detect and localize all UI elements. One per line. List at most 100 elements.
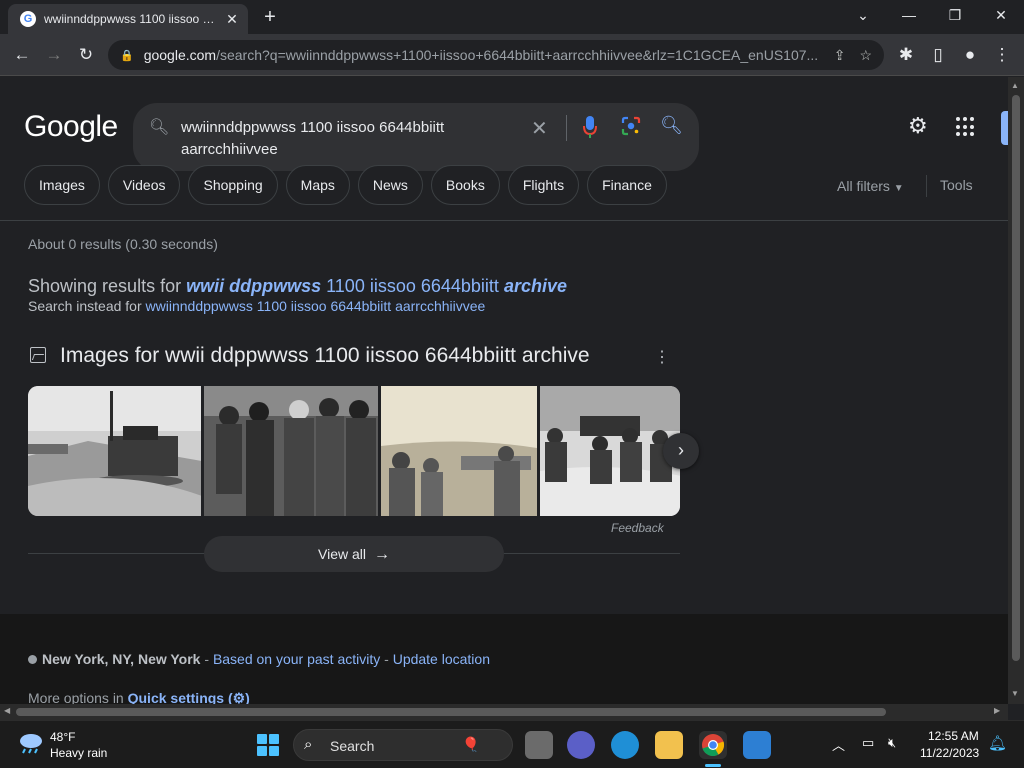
clock-date[interactable]: 11/22/2023 xyxy=(920,746,979,760)
google-lens-icon[interactable] xyxy=(621,116,641,136)
windows-taskbar: 48°F Heavy rain ⌕ Search 🎈 ︿ ▭ 🔇︎ 12:55 … xyxy=(0,720,1024,768)
forward-arrow-icon[interactable]: → xyxy=(42,43,66,67)
tab-news[interactable]: News xyxy=(357,165,423,205)
more-options-line: More options in Quick settings (⚙) xyxy=(28,690,250,704)
more-options-icon[interactable]: ⋮ xyxy=(654,347,670,367)
carousel-next-chevron-icon[interactable]: › xyxy=(663,433,699,469)
weather-temperature[interactable]: 48°F xyxy=(50,730,75,744)
image-icon xyxy=(30,347,46,363)
show-hidden-icons-chevron-icon[interactable]: ︿ xyxy=(832,735,845,754)
search-box[interactable]: 🔍︎ wwiinnddppwwss 1100 iissoo 6644bbiitt… xyxy=(133,103,699,171)
result-stats: About 0 results (0.30 seconds) xyxy=(28,236,218,252)
tab-title: wwiinnddppwwss 1100 iissoo 6644bbiitt aa… xyxy=(44,12,218,26)
edge-browser-icon[interactable] xyxy=(611,731,639,759)
google-favicon-icon: G xyxy=(20,11,36,27)
view-all-button[interactable]: View all → xyxy=(204,536,504,572)
horizontal-scrollbar[interactable]: ◀ ▶ xyxy=(0,704,1008,720)
quick-settings-link[interactable]: Quick settings (⚙) xyxy=(128,690,250,704)
search-highlight-icon: 🎈 xyxy=(462,736,480,752)
extensions-puzzle-icon[interactable]: ✱ xyxy=(894,43,918,67)
active-app-indicator xyxy=(705,764,721,767)
rain-cloud-icon[interactable] xyxy=(18,732,44,754)
tab-shopping[interactable]: Shopping xyxy=(188,165,278,205)
taskbar-search-label: Search xyxy=(330,738,375,754)
clock-time[interactable]: 12:55 AM xyxy=(928,729,979,743)
bookmark-star-icon[interactable]: ☆ xyxy=(859,47,872,64)
tab-strip: G wwiinnddppwwss 1100 iissoo 6644bbiitt … xyxy=(0,0,1024,34)
search-icon: 🔍︎ xyxy=(149,119,170,136)
tab-close-icon[interactable]: ✕ xyxy=(224,11,240,28)
sign-in-button[interactable] xyxy=(1001,111,1008,145)
task-view-icon[interactable] xyxy=(525,731,553,759)
notification-bell-icon[interactable]: 🔔︎ xyxy=(988,734,1007,752)
search-divider xyxy=(566,115,567,141)
tab-videos[interactable]: Videos xyxy=(107,165,181,205)
tab-images[interactable]: Images xyxy=(24,165,100,205)
caret-down-icon: ▼ xyxy=(893,183,904,194)
url-text[interactable]: google.com/search?q=wwiinnddppwwss+1100+… xyxy=(144,47,820,63)
network-icon[interactable]: ▭ xyxy=(862,735,874,751)
image-thumbnail[interactable] xyxy=(381,386,537,516)
scroll-right-arrow-icon[interactable]: ▶ xyxy=(994,706,1000,715)
google-logo[interactable]: Google xyxy=(24,110,118,144)
horizontal-scroll-thumb[interactable] xyxy=(16,708,886,716)
scroll-down-arrow-icon[interactable]: ▼ xyxy=(1011,689,1019,698)
taskbar-search-box[interactable]: ⌕ Search 🎈 xyxy=(293,729,513,761)
search-results-page: Google 🔍︎ wwiinnddppwwss 1100 iissoo 664… xyxy=(0,77,1008,704)
tools-button[interactable]: Tools xyxy=(940,177,973,193)
location-line: New York, NY, New York - Based on your p… xyxy=(28,651,490,667)
address-bar[interactable]: 🔒 google.com/search?q=wwiinnddppwwss+110… xyxy=(108,40,884,70)
update-location-link[interactable]: Update location xyxy=(393,651,490,667)
tab-books[interactable]: Books xyxy=(430,165,500,205)
feedback-link[interactable]: Feedback xyxy=(611,521,664,535)
showing-results-for: Showing results for wwii ddppwwss 1100 i… xyxy=(28,276,567,296)
minimize-button[interactable]: — xyxy=(886,4,932,28)
teams-chat-icon[interactable] xyxy=(567,731,595,759)
image-thumbnail[interactable] xyxy=(204,386,379,516)
vertical-scroll-thumb[interactable] xyxy=(1012,95,1020,661)
file-explorer-icon[interactable] xyxy=(655,731,683,759)
scroll-up-arrow-icon[interactable]: ▲ xyxy=(1011,81,1019,90)
tab-search-chevron-icon[interactable]: ⌄ xyxy=(840,4,886,28)
weather-condition[interactable]: Heavy rain xyxy=(50,746,107,760)
chrome-browser-icon[interactable] xyxy=(699,731,727,759)
reload-icon[interactable]: ↻ xyxy=(74,43,98,67)
search-icon: ⌕ xyxy=(304,736,313,753)
side-panel-icon[interactable]: ▯ xyxy=(926,43,950,67)
based-on-activity-link[interactable]: Based on your past activity xyxy=(213,651,380,667)
windows-start-icon[interactable] xyxy=(257,734,279,756)
original-query-link[interactable]: wwiinnddppwwss 1100 iissoo 6644bbiitt aa… xyxy=(146,298,486,314)
settings-gear-icon[interactable]: ⚙ xyxy=(908,113,928,139)
tab-finance[interactable]: Finance xyxy=(587,165,667,205)
browser-toolbar: ← → ↻ 🔒 google.com/search?q=wwiinnddppww… xyxy=(0,34,1024,76)
share-icon[interactable]: ⇪ xyxy=(834,47,846,64)
arrow-right-icon: → xyxy=(374,546,390,563)
lock-icon[interactable]: 🔒 xyxy=(120,49,134,62)
search-submit-icon[interactable]: 🔍︎ xyxy=(660,115,683,136)
new-tab-button[interactable]: + xyxy=(260,6,280,29)
google-apps-grid-icon[interactable] xyxy=(956,117,976,137)
volume-muted-icon[interactable]: 🔇︎ xyxy=(888,735,896,751)
corrected-query-link[interactable]: wwii ddppwwss 1100 iissoo 6644bbiitt arc… xyxy=(186,276,567,296)
scroll-left-arrow-icon[interactable]: ◀ xyxy=(4,706,10,715)
all-filters-button[interactable]: All filters ▼ xyxy=(837,178,904,194)
close-window-button[interactable]: ✕ xyxy=(978,4,1024,28)
browser-menu-icon[interactable]: ⋮ xyxy=(990,43,1014,67)
image-thumbnail[interactable] xyxy=(539,386,680,516)
back-arrow-icon[interactable]: ← xyxy=(10,43,34,67)
restore-button[interactable]: ❐ xyxy=(932,4,978,28)
clear-search-icon[interactable]: ✕ xyxy=(531,116,548,141)
profile-avatar-icon[interactable]: ● xyxy=(958,43,982,67)
images-section-title[interactable]: Images for wwii ddppwwss 1100 iissoo 664… xyxy=(60,344,590,368)
tab-flights[interactable]: Flights xyxy=(507,165,580,205)
search-query-text[interactable]: wwiinnddppwwss 1100 iissoo 6644bbiitt aa… xyxy=(181,117,491,161)
tab-maps[interactable]: Maps xyxy=(285,165,350,205)
image-thumbnail[interactable] xyxy=(28,386,202,516)
microphone-icon[interactable] xyxy=(583,115,597,139)
vertical-scrollbar[interactable]: ▲ ▼ xyxy=(1008,77,1024,704)
filters-divider xyxy=(926,175,927,197)
header-divider xyxy=(0,220,1008,221)
microsoft-store-icon[interactable] xyxy=(743,731,771,759)
page-footer: New York, NY, New York - Based on your p… xyxy=(0,614,1008,704)
browser-tab[interactable]: G wwiinnddppwwss 1100 iissoo 6644bbiitt … xyxy=(8,4,248,34)
